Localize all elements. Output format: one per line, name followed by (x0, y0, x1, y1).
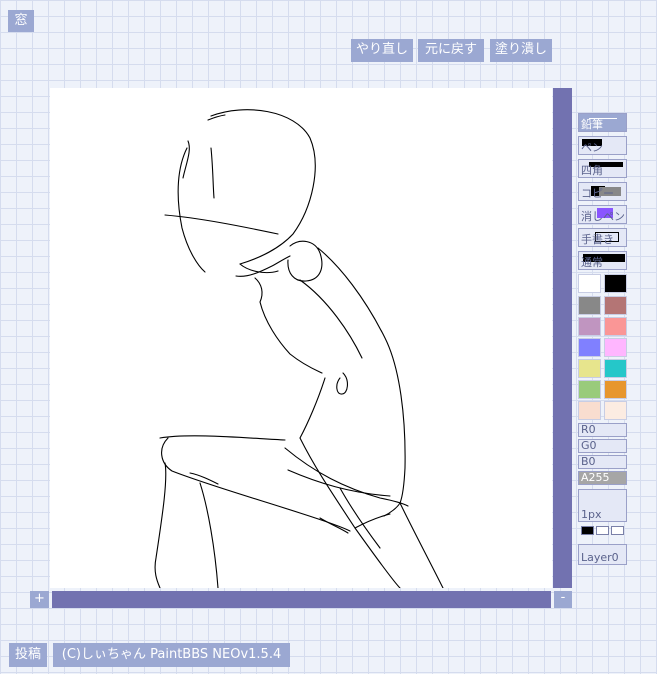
color-swatch-pink[interactable] (604, 338, 627, 357)
tool-pen[interactable]: ペン (578, 136, 627, 155)
color-swatch-cream[interactable] (604, 401, 627, 420)
red-slider[interactable]: R0 (578, 423, 627, 437)
color-swatch-gray[interactable] (578, 296, 601, 315)
tool-label: 鉛筆 (581, 118, 603, 131)
tool-pencil[interactable]: 鉛筆 (578, 113, 627, 132)
blue-slider[interactable]: B0 (578, 455, 627, 469)
tool-eraser[interactable]: 消しペン (578, 205, 627, 224)
color-swatch-peach[interactable] (578, 401, 601, 420)
vertical-scrollbar[interactable] (553, 88, 572, 588)
color-swatch-salmon[interactable] (604, 317, 627, 336)
fill-canvas-button[interactable]: 塗り潰し (490, 39, 552, 62)
brush-size-slider[interactable]: 1px (578, 489, 627, 522)
color-swatch-lavender[interactable] (578, 317, 601, 336)
mask-mode-normal[interactable] (581, 526, 594, 535)
post-button[interactable]: 投稿 (9, 643, 47, 667)
tool-label: 通常 (581, 256, 603, 269)
mask-mode-mask[interactable] (596, 526, 609, 535)
color-swatch-teal[interactable] (604, 359, 627, 378)
tool-label: 四角 (581, 164, 603, 177)
color-swatch-rose-brown[interactable] (604, 296, 627, 315)
tool-normal-mode[interactable]: 通常 (578, 251, 627, 270)
color-swatch-green[interactable] (578, 380, 601, 399)
horizontal-scrollbar[interactable] (52, 591, 551, 608)
mask-mode-reverse[interactable] (611, 526, 624, 535)
brush-size-value: 1px (581, 508, 602, 521)
tool-rectangle[interactable]: 四角 (578, 159, 627, 178)
zoom-in-button[interactable]: + (30, 591, 49, 608)
alpha-slider[interactable]: A255 (578, 471, 627, 485)
tool-label: コピー (581, 187, 614, 200)
tool-copy[interactable]: コピー (578, 182, 627, 201)
color-swatch-orange[interactable] (604, 380, 627, 399)
tool-label: 手書き (581, 233, 614, 246)
layer-selector[interactable]: Layer0 (578, 544, 627, 565)
redo-button[interactable]: やり直し (351, 39, 413, 62)
color-swatch-yellow[interactable] (578, 359, 601, 378)
sketch-drawing (154, 109, 444, 588)
color-swatch-white[interactable] (578, 274, 601, 293)
zoom-out-button[interactable]: - (554, 591, 572, 608)
credit-link[interactable]: (C)しぃちゃん PaintBBS NEOv1.5.4 (53, 643, 290, 667)
green-slider[interactable]: G0 (578, 439, 627, 453)
color-swatch-blue[interactable] (578, 338, 601, 357)
drawing-canvas[interactable] (50, 88, 552, 588)
layer-label: Layer0 (581, 551, 619, 564)
tool-label: 消しペン (581, 210, 625, 223)
undo-button[interactable]: 元に戻す (418, 39, 484, 62)
color-swatch-black[interactable] (604, 274, 627, 293)
tool-label: ペン (581, 141, 603, 154)
window-toggle-button[interactable]: 窓 (8, 10, 34, 32)
tool-freehand[interactable]: 手書き (578, 228, 627, 247)
